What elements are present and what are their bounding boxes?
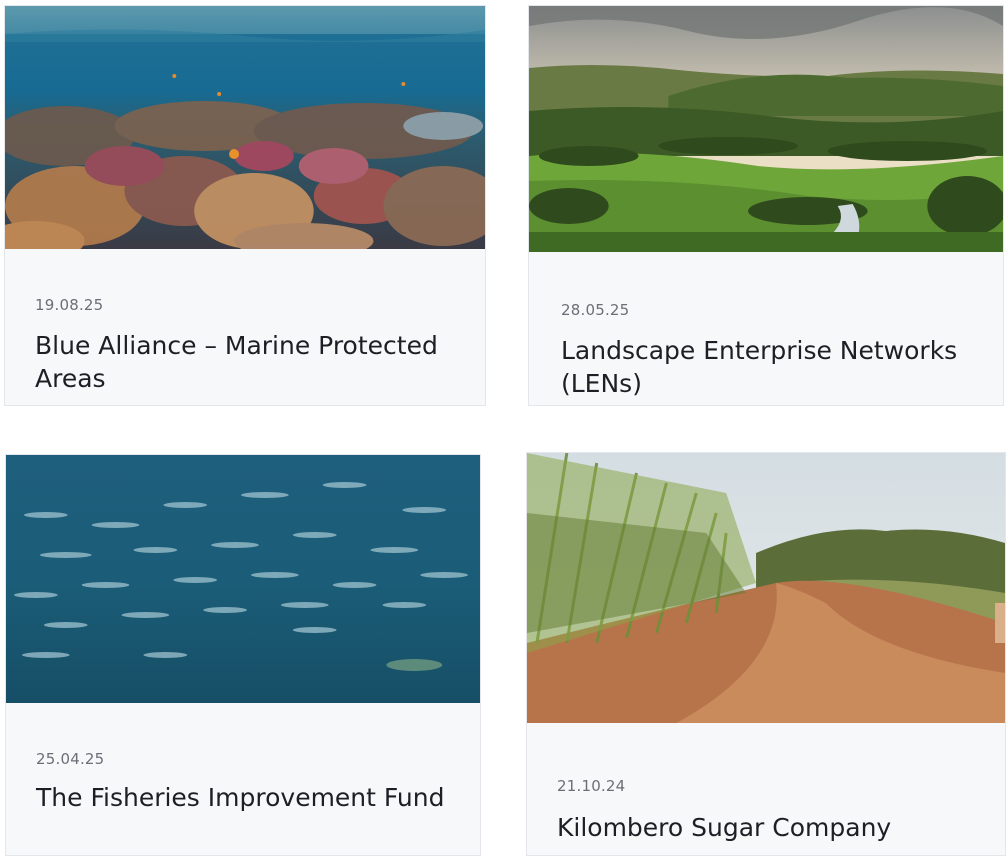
card-title[interactable]: Blue Alliance – Marine Protected Areas xyxy=(35,329,465,395)
coral-reef-image[interactable] xyxy=(5,6,485,249)
card-date: 25.04.25 xyxy=(36,750,105,768)
news-card-fisheries[interactable]: 25.04.25 The Fisheries Improvement Fund xyxy=(5,454,481,856)
card-date: 28.05.25 xyxy=(561,301,630,319)
card-title[interactable]: Kilombero Sugar Company xyxy=(557,811,997,844)
news-card-blue-alliance[interactable]: 19.08.25 Blue Alliance – Marine Protecte… xyxy=(4,5,486,406)
green-valley-image[interactable] xyxy=(529,6,1003,252)
fish-shoal-image[interactable] xyxy=(6,455,480,703)
card-date: 21.10.24 xyxy=(557,777,626,795)
sugarcane-road-image[interactable] xyxy=(527,453,1005,723)
news-card-kilombero[interactable]: 21.10.24 Kilombero Sugar Company xyxy=(526,452,1006,856)
card-title[interactable]: The Fisheries Improvement Fund xyxy=(36,781,466,814)
card-date: 19.08.25 xyxy=(35,296,104,314)
news-card-lens[interactable]: 28.05.25 Landscape Enterprise Networks (… xyxy=(528,5,1004,406)
card-title[interactable]: Landscape Enterprise Networks (LENs) xyxy=(561,334,991,400)
